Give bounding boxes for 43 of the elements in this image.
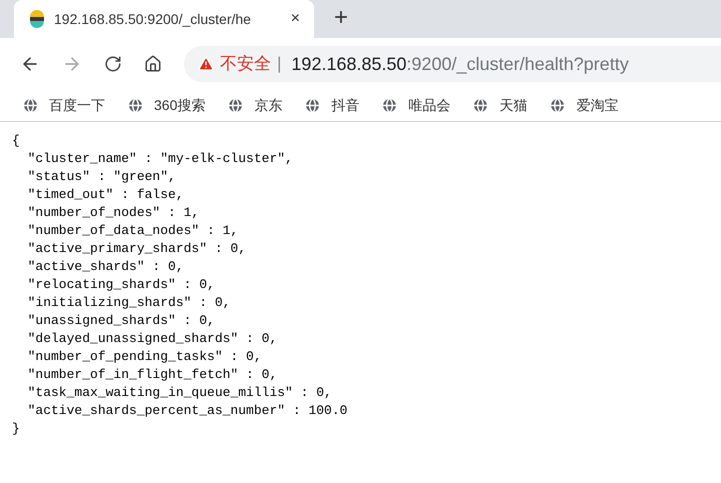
code-line: "relocating_shards" : 0, [26, 276, 215, 294]
bookmark[interactable]: 天猫 [472, 95, 528, 116]
code-line: "cluster_name" : "my-elk-cluster", [26, 150, 293, 168]
new-tab-button[interactable]: + [334, 6, 348, 30]
code-line: "unassigned_shards" : 0, [26, 312, 215, 330]
warning-icon [198, 56, 214, 72]
bookmark[interactable]: 360搜索 [127, 95, 206, 116]
globe-icon [127, 97, 144, 114]
code-line: "number_of_data_nodes" : 1, [26, 222, 238, 240]
code-line: "active_primary_shards" : 0, [26, 240, 246, 258]
home-icon[interactable] [144, 55, 162, 73]
globe-icon [227, 97, 244, 114]
separator: | [277, 53, 282, 76]
bookmark[interactable]: 百度一下 [22, 95, 105, 116]
browser-tab[interactable]: 192.168.85.50:9200/_cluster/he × [14, 0, 314, 38]
address-bar[interactable]: 不安全 | 192.168.85.50:9200/_cluster/health?pretty [184, 46, 721, 82]
code-line: "number_of_in_flight_fetch" : 0, [26, 366, 278, 384]
bookmark[interactable]: 抖音 [304, 95, 360, 116]
code-line: "number_of_pending_tasks" : 0, [26, 348, 262, 366]
bookmark[interactable]: 爱淘宝 [549, 95, 618, 116]
reload-icon[interactable] [104, 55, 122, 73]
logo-icon [28, 10, 46, 28]
globe-icon [304, 97, 322, 114]
code-line: { [12, 132, 20, 150]
code-line: "status" : "green", [26, 168, 176, 186]
close-button[interactable]: × [290, 11, 300, 27]
bookmark[interactable]: 京东 [227, 95, 282, 116]
code-line: "initializing_shards" : 0, [26, 294, 230, 312]
code-line: "task_max_waiting_in_queue_millis" : 0, [26, 384, 332, 402]
globe-icon [472, 97, 490, 114]
globe-icon [22, 97, 39, 114]
code-line: "delayed_unassigned_shards" : 0, [26, 330, 278, 348]
code-line: "active_shards_percent_as_number" : 100.0 [26, 402, 348, 420]
bookmark[interactable]: 唯品会 [381, 95, 450, 116]
code-line: "active_shards" : 0, [26, 258, 184, 276]
code-line: "number_of_nodes" : 1, [26, 204, 200, 222]
url-text: 192.168.85.50:9200/_cluster/health?pretty [291, 52, 629, 76]
globe-icon [381, 97, 398, 114]
code-line: "timed_out" : false, [26, 186, 184, 204]
tab-title: 192.168.85.50:9200/_cluster/he [54, 10, 252, 29]
code-line: } [12, 420, 20, 438]
globe-icon [549, 97, 566, 114]
security-label: 不安全 [220, 53, 271, 76]
